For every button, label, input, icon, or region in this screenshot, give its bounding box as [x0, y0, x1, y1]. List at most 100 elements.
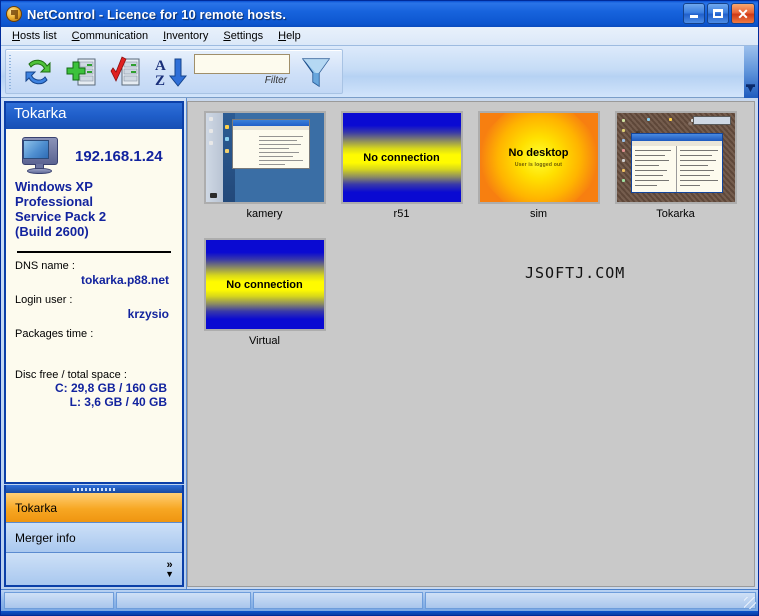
toolbar-band: A Z Filter ▬ ▼	[1, 46, 758, 98]
menu-help[interactable]: Help	[271, 28, 309, 44]
thumbnail-caption: kamery	[246, 208, 283, 220]
no-desktop-text: No desktop	[508, 147, 569, 159]
window-title: NetControl - Licence for 10 remote hosts…	[27, 6, 287, 22]
login-user-field: Login user : krzysio	[15, 294, 173, 321]
splitter-grip-dots	[73, 487, 115, 491]
thumbnail-item-kamery[interactable]: kamery	[196, 111, 333, 220]
close-icon: ✕	[737, 5, 749, 22]
thumbnail-preview[interactable]: No desktop User is logged out	[477, 111, 600, 204]
status-panel-2	[116, 592, 251, 609]
thumbnail-preview[interactable]: No connection	[340, 111, 463, 204]
expander-icons: » ▼	[165, 559, 174, 579]
menu-bar: Hosts list Communication Inventory Setti…	[1, 27, 758, 46]
filter-label: Filter	[264, 74, 287, 86]
dns-name-value: tokarka.p88.net	[80, 273, 169, 287]
status-panel-3	[253, 592, 423, 609]
monitor-icon	[19, 137, 61, 175]
window-bottom-border	[1, 611, 758, 615]
panel-tab-tokarka[interactable]: Tokarka	[6, 493, 182, 523]
no-connection-banner: No connection	[342, 113, 461, 202]
thumbnail-item-virtual[interactable]: No connection Virtual	[196, 238, 333, 347]
add-host-button[interactable]	[61, 53, 103, 91]
thumbnail-item-sim[interactable]: No desktop User is logged out sim	[470, 111, 607, 220]
desktop-preview-blue	[205, 113, 324, 202]
app-window: NetControl - Licence for 10 remote hosts…	[0, 0, 759, 616]
no-connection-banner: No connection	[205, 240, 324, 329]
toolbar-drag-grip[interactable]	[8, 54, 13, 89]
panel-tab-merger-info[interactable]: Merger info	[6, 523, 182, 553]
preview-small-window	[692, 116, 731, 125]
host-details-panel: Tokarka 192.168.1.24 Windows XP Professi…	[1, 98, 187, 589]
no-desktop-subtext: User is logged out	[514, 162, 563, 168]
packages-time-label: Packages time :	[15, 328, 94, 340]
panel-expander-button[interactable]: » ▼	[6, 553, 182, 585]
packages-time-field: Packages time :	[15, 328, 173, 355]
disc-space-label: Disc free / total space :	[15, 369, 127, 381]
host-info-content: 192.168.1.24 Windows XP Professional Ser…	[6, 129, 182, 482]
preview-window	[630, 133, 723, 193]
sort-button[interactable]: A Z	[149, 53, 191, 91]
os-line-1: Windows XP	[15, 179, 93, 194]
filter-input[interactable]	[194, 53, 290, 74]
menu-inventory-label: nventory	[166, 30, 209, 42]
os-line-4: (Build 2600)	[15, 224, 89, 239]
panel-splitter[interactable]	[4, 485, 184, 493]
menu-help-label: elp	[286, 30, 301, 42]
status-bar	[1, 589, 758, 611]
main-toolbar: A Z Filter	[5, 49, 343, 94]
host-info-card: Tokarka 192.168.1.24 Windows XP Professi…	[4, 101, 184, 484]
no-desktop-banner: No desktop User is logged out	[479, 113, 598, 202]
login-user-value: krzysio	[127, 307, 169, 321]
toolbar-overflow-icon: ▬ ▼	[746, 79, 755, 94]
thumbnail-item-tokarka[interactable]: Tokarka	[607, 111, 744, 220]
toolbar-overflow-button[interactable]: ▬ ▼	[744, 46, 758, 98]
server-check-icon	[110, 55, 140, 85]
disc-space-line-l: L: 3,6 GB / 40 GB	[69, 395, 167, 409]
menu-hosts-list-label: osts list	[19, 30, 57, 42]
desktop-preview-brown	[616, 113, 735, 202]
status-panel-1	[4, 592, 114, 609]
title-bar: NetControl - Licence for 10 remote hosts…	[1, 1, 758, 27]
thumbnail-preview[interactable]: No connection	[203, 238, 326, 331]
thumbnail-caption: Tokarka	[656, 208, 695, 220]
menu-hosts-list[interactable]: Hosts list	[5, 28, 65, 44]
window-controls: ✕	[683, 3, 755, 24]
thumbnail-preview[interactable]	[203, 111, 326, 204]
resize-grip[interactable]	[744, 597, 756, 609]
thumbnail-item-r51[interactable]: No connection r51	[333, 111, 470, 220]
thumbnail-caption: r51	[393, 208, 410, 220]
maximize-button[interactable]	[707, 3, 729, 24]
menu-inventory[interactable]: Inventory	[156, 28, 216, 44]
panel-divider	[17, 251, 171, 253]
no-connection-text: No connection	[363, 151, 440, 164]
thumbnail-grid: kamery No connection r51 No desktop User…	[196, 111, 754, 365]
host-panel-title: Tokarka	[6, 103, 182, 129]
menu-communication-label: ommunication	[79, 30, 149, 42]
menu-settings[interactable]: Settings	[216, 28, 271, 44]
server-add-icon	[66, 58, 96, 85]
sort-az-icon: A Z	[155, 58, 187, 88]
dns-name-field: DNS name : tokarka.p88.net	[15, 260, 173, 287]
menu-communication[interactable]: Communication	[65, 28, 156, 44]
filter-group: Filter	[194, 53, 290, 91]
preview-window	[231, 119, 310, 169]
chevron-down-icon: ▼	[165, 568, 174, 579]
svg-text:Z: Z	[155, 73, 165, 88]
hosts-thumbnail-area: kamery No connection r51 No desktop User…	[187, 101, 755, 587]
no-connection-text: No connection	[226, 278, 303, 291]
funnel-icon	[301, 57, 331, 87]
host-os-info: Windows XP Professional Service Pack 2 (…	[15, 179, 173, 239]
panel-tab-list: Tokarka Merger info » ▼	[4, 493, 184, 587]
login-user-label: Login user :	[15, 294, 73, 306]
check-host-button[interactable]	[105, 53, 147, 91]
body-area: Tokarka 192.168.1.24 Windows XP Professi…	[1, 98, 758, 589]
minimize-button[interactable]	[683, 3, 705, 24]
disc-space-field: Disc free / total space : C: 29,8 GB / 1…	[15, 369, 173, 409]
filter-funnel-button[interactable]	[295, 53, 337, 91]
minimize-icon	[690, 15, 698, 18]
close-button[interactable]: ✕	[731, 3, 755, 24]
os-line-3: Service Pack 2	[15, 209, 107, 224]
refresh-button[interactable]	[17, 53, 59, 91]
netcontrol-app-icon[interactable]	[6, 6, 22, 22]
thumbnail-preview[interactable]	[614, 111, 737, 204]
